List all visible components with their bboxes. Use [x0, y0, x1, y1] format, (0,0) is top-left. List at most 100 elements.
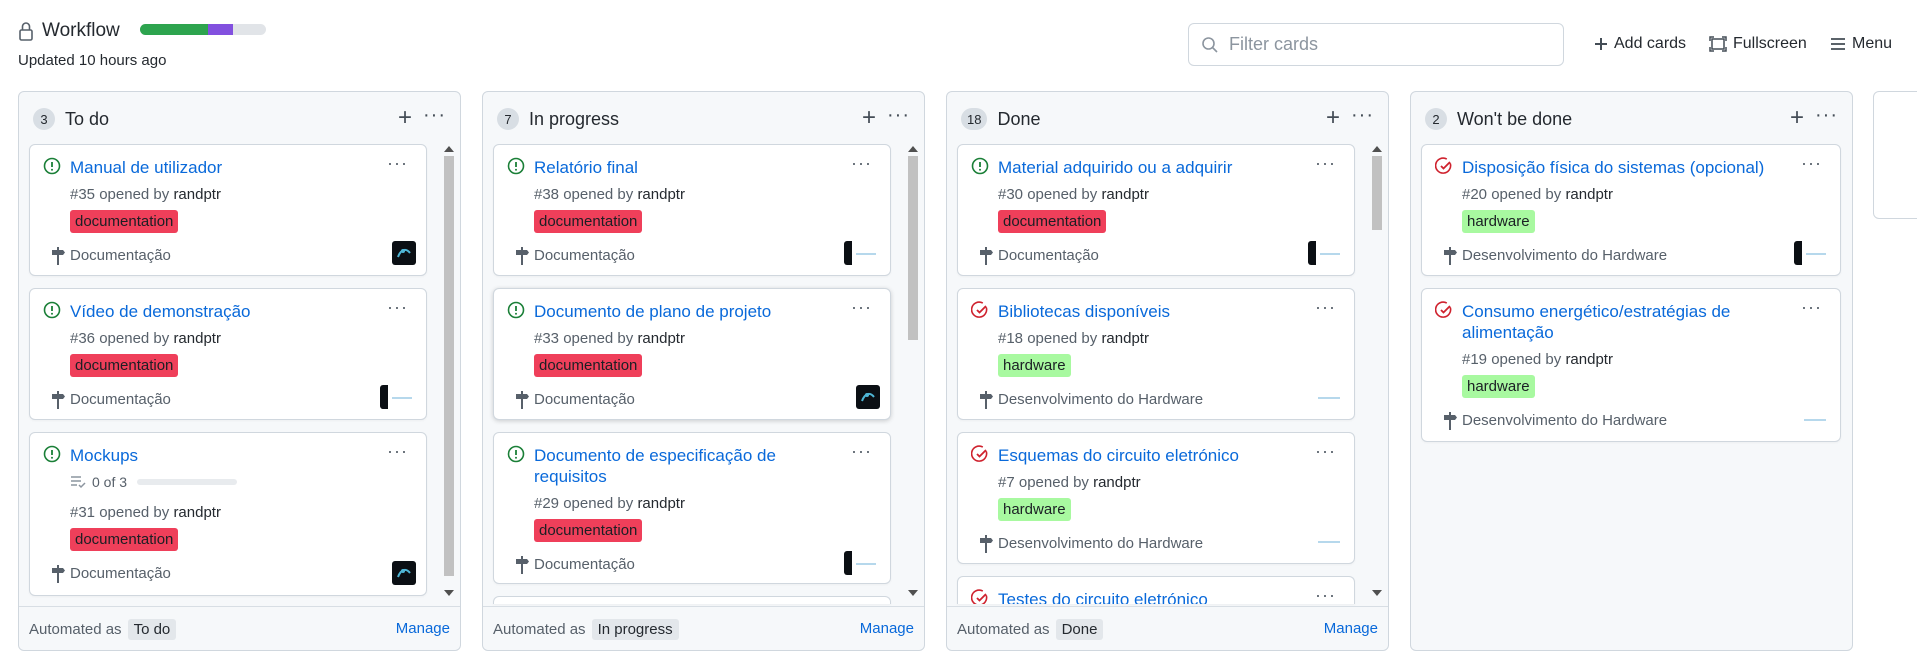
add-card-button[interactable]: +: [398, 104, 412, 132]
column-menu-button[interactable]: ···: [887, 104, 910, 127]
assignee-avatar[interactable]: [1794, 241, 1830, 265]
card-title-link[interactable]: Esquemas do circuito eletrónico: [998, 445, 1298, 466]
assignee-avatar[interactable]: [380, 385, 416, 409]
scrollbar-thumb[interactable]: [444, 156, 454, 576]
issue-card[interactable]: Manual de utilizador ··· #35 opened by r…: [29, 144, 427, 276]
card-menu-button[interactable]: ···: [1801, 297, 1822, 318]
issue-card-partial[interactable]: [493, 596, 891, 604]
card-title-link[interactable]: Documento de especificação de requisitos: [534, 445, 834, 487]
assignee-avatar[interactable]: [844, 241, 880, 265]
scrollbar[interactable]: [906, 144, 920, 596]
assignee-avatar[interactable]: [1800, 407, 1830, 431]
assignee-avatar[interactable]: [1314, 529, 1344, 553]
card-title-link[interactable]: Relatório final: [534, 157, 834, 178]
milestone[interactable]: Desenvolvimento do Hardware: [1444, 412, 1667, 430]
scroll-up-arrow[interactable]: [908, 146, 918, 152]
card-author[interactable]: randptr: [637, 495, 685, 512]
milestone[interactable]: Desenvolvimento do Hardware: [980, 535, 1203, 553]
label-badge[interactable]: documentation: [70, 210, 179, 233]
milestone[interactable]: Documentação: [980, 247, 1099, 265]
milestone[interactable]: Documentação: [516, 247, 635, 265]
card-menu-button[interactable]: ···: [1315, 441, 1336, 462]
card-author[interactable]: randptr: [173, 504, 221, 521]
scrollbar[interactable]: [1370, 144, 1384, 596]
column-menu-button[interactable]: ···: [423, 104, 446, 127]
filter-cards-input[interactable]: [1229, 34, 1549, 55]
card-menu-button[interactable]: ···: [387, 153, 408, 174]
card-author[interactable]: randptr: [173, 186, 221, 203]
scroll-up-arrow[interactable]: [444, 146, 454, 152]
card-author[interactable]: randptr: [1093, 474, 1141, 491]
issue-card[interactable]: Esquemas do circuito eletrónico ··· #7 o…: [957, 432, 1355, 564]
milestone[interactable]: Documentação: [516, 391, 635, 409]
card-title-link[interactable]: Material adquirido ou a adquirir: [998, 157, 1298, 178]
manage-automation-link[interactable]: Manage: [1324, 620, 1378, 637]
add-cards-button[interactable]: Add cards: [1594, 35, 1686, 53]
label-badge[interactable]: documentation: [534, 354, 643, 377]
scrollbar[interactable]: [442, 144, 456, 596]
assignee-avatar[interactable]: [1308, 241, 1344, 265]
manage-automation-link[interactable]: Manage: [396, 620, 450, 637]
scroll-down-arrow[interactable]: [908, 590, 918, 596]
card-author[interactable]: randptr: [637, 186, 685, 203]
issue-card[interactable]: Bibliotecas disponíveis ··· #18 opened b…: [957, 288, 1355, 420]
label-badge[interactable]: hardware: [1462, 210, 1535, 233]
issue-card[interactable]: Consumo energético/estratégias de alimen…: [1421, 288, 1841, 442]
card-author[interactable]: randptr: [1101, 186, 1149, 203]
issue-card[interactable]: Disposição física do sistemas (opcional)…: [1421, 144, 1841, 276]
milestone[interactable]: Documentação: [52, 247, 171, 265]
scroll-down-arrow[interactable]: [444, 590, 454, 596]
card-title-link[interactable]: Consumo energético/estratégias de alimen…: [1462, 301, 1792, 343]
scrollbar-thumb[interactable]: [1372, 156, 1382, 230]
card-menu-button[interactable]: ···: [1801, 153, 1822, 174]
add-card-button[interactable]: +: [1790, 104, 1804, 132]
milestone[interactable]: Documentação: [52, 565, 171, 583]
card-menu-button[interactable]: ···: [1315, 585, 1336, 604]
assignee-avatar[interactable]: [856, 385, 880, 409]
card-author[interactable]: randptr: [637, 330, 685, 347]
card-author[interactable]: randptr: [1565, 351, 1613, 368]
issue-card[interactable]: Material adquirido ou a adquirir ··· #30…: [957, 144, 1355, 276]
manage-automation-link[interactable]: Manage: [860, 620, 914, 637]
issue-card[interactable]: Testes do circuito eletrónico ···: [957, 576, 1355, 604]
card-menu-button[interactable]: ···: [1315, 153, 1336, 174]
assignee-avatar[interactable]: [844, 551, 880, 575]
column-menu-button[interactable]: ···: [1351, 104, 1374, 127]
card-title-link[interactable]: Documento de plano de projeto: [534, 301, 834, 322]
scrollbar-thumb[interactable]: [908, 156, 918, 340]
assignee-avatar[interactable]: [392, 561, 416, 585]
label-badge[interactable]: hardware: [998, 354, 1071, 377]
card-menu-button[interactable]: ···: [387, 297, 408, 318]
issue-card[interactable]: Vídeo de demonstração ··· #36 opened by …: [29, 288, 427, 420]
scroll-down-arrow[interactable]: [1372, 590, 1382, 596]
label-badge[interactable]: documentation: [534, 519, 643, 542]
card-title-link[interactable]: Bibliotecas disponíveis: [998, 301, 1298, 322]
card-menu-button[interactable]: ···: [1315, 297, 1336, 318]
label-badge[interactable]: hardware: [998, 498, 1071, 521]
add-column-panel[interactable]: [1873, 91, 1917, 219]
assignee-avatar[interactable]: [392, 241, 416, 265]
card-title-link[interactable]: Vídeo de demonstração: [70, 301, 370, 322]
milestone[interactable]: Desenvolvimento do Hardware: [1444, 247, 1667, 265]
issue-card[interactable]: Documento de especificação de requisitos…: [493, 432, 891, 584]
label-badge[interactable]: documentation: [998, 210, 1107, 233]
issue-card[interactable]: Mockups ··· 0 of 3 #31 opened by randptr…: [29, 432, 427, 596]
add-card-button[interactable]: +: [1326, 104, 1340, 132]
scroll-up-arrow[interactable]: [1372, 146, 1382, 152]
card-author[interactable]: randptr: [173, 330, 221, 347]
card-menu-button[interactable]: ···: [851, 441, 872, 462]
card-title-link[interactable]: Testes do circuito eletrónico: [998, 589, 1298, 604]
milestone[interactable]: Desenvolvimento do Hardware: [980, 391, 1203, 409]
assignee-avatar[interactable]: [1314, 385, 1344, 409]
card-author[interactable]: randptr: [1565, 186, 1613, 203]
label-badge[interactable]: documentation: [534, 210, 643, 233]
card-author[interactable]: randptr: [1101, 330, 1149, 347]
milestone[interactable]: Documentação: [516, 556, 635, 574]
filter-cards-field[interactable]: [1188, 23, 1564, 66]
issue-card[interactable]: Relatório final ··· #38 opened by randpt…: [493, 144, 891, 276]
add-card-button[interactable]: +: [862, 104, 876, 132]
card-menu-button[interactable]: ···: [851, 153, 872, 174]
card-title-link[interactable]: Disposição física do sistemas (opcional): [1462, 157, 1792, 178]
milestone[interactable]: Documentação: [52, 391, 171, 409]
card-menu-button[interactable]: ···: [387, 441, 408, 462]
